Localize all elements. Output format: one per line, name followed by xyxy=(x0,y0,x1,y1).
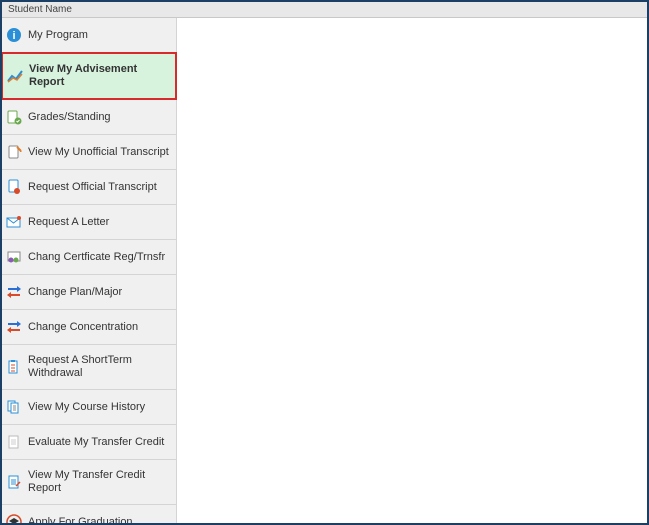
sidebar-item-my-program[interactable]: i My Program xyxy=(2,18,176,53)
history-icon xyxy=(6,399,22,415)
sidebar-item-label: View My Course History xyxy=(28,401,145,414)
report-icon xyxy=(6,474,22,490)
sidebar-item-label: My Program xyxy=(28,29,88,42)
sidebar-item-view-my-course-history[interactable]: View My Course History xyxy=(2,390,176,425)
sidebar-item-request-a-shortterm-withdrawal[interactable]: Request A ShortTerm Withdrawal xyxy=(2,345,176,390)
certificate-icon xyxy=(6,249,22,265)
svg-text:i: i xyxy=(12,30,15,42)
sidebar-item-label: Grades/Standing xyxy=(28,111,111,124)
window-header: Student Name xyxy=(2,2,647,18)
sidebar-nav: i My Program View My Advisement Report Grad… xyxy=(2,18,177,523)
sidebar-item-label: Request Official Transcript xyxy=(28,181,157,194)
sidebar-item-chang-certficate-reg-trnsfr[interactable]: Chang Certficate Reg/Trnsfr xyxy=(2,240,176,275)
sidebar-item-label: Chang Certficate Reg/Trnsfr xyxy=(28,251,165,264)
sidebar-item-label: View My Unofficial Transcript xyxy=(28,146,169,159)
sidebar-item-label: Evaluate My Transfer Credit xyxy=(28,436,164,449)
sidebar-item-view-my-advisement-report[interactable]: View My Advisement Report xyxy=(2,52,177,100)
sidebar-item-request-a-letter[interactable]: Request A Letter xyxy=(2,205,176,240)
sidebar-item-change-plan-major[interactable]: Change Plan/Major xyxy=(2,275,176,310)
sidebar-item-request-official-transcript[interactable]: Request Official Transcript xyxy=(2,170,176,205)
sidebar-item-view-my-transfer-credit-report[interactable]: View My Transfer Credit Report xyxy=(2,460,176,505)
info-icon: i xyxy=(6,27,22,43)
grades-icon xyxy=(6,109,22,125)
sidebar-item-label: View My Advisement Report xyxy=(29,63,169,89)
evaluate-icon xyxy=(6,434,22,450)
app-window: Student Name i My Program View My Adviseme… xyxy=(0,0,649,525)
swap-icon xyxy=(6,319,22,335)
transcript-unofficial-icon xyxy=(6,144,22,160)
header-title: Student Name xyxy=(8,4,72,15)
swap-icon xyxy=(6,284,22,300)
letter-icon xyxy=(6,214,22,230)
sidebar-item-label: View My Transfer Credit Report xyxy=(28,469,170,495)
withdrawal-icon xyxy=(6,359,22,375)
sidebar-item-label: Change Plan/Major xyxy=(28,286,122,299)
transcript-official-icon xyxy=(6,179,22,195)
main-content xyxy=(177,18,647,523)
sidebar-item-label: Change Concentration xyxy=(28,321,138,334)
sidebar-item-change-concentration[interactable]: Change Concentration xyxy=(2,310,176,345)
sidebar-item-grades-standing[interactable]: Grades/Standing xyxy=(2,100,176,135)
sidebar-item-label: Apply For Graduation xyxy=(28,516,133,524)
sidebar-item-evaluate-my-transfer-credit[interactable]: Evaluate My Transfer Credit xyxy=(2,425,176,460)
grad-icon xyxy=(6,514,22,523)
sidebar-item-label: Request A Letter xyxy=(28,216,109,229)
window-body: i My Program View My Advisement Report Grad… xyxy=(2,18,647,523)
sidebar-item-apply-for-graduation[interactable]: Apply For Graduation xyxy=(2,505,176,523)
sidebar-item-view-my-unofficial-transcript[interactable]: View My Unofficial Transcript xyxy=(2,135,176,170)
chart-icon xyxy=(7,68,23,84)
sidebar-item-label: Request A ShortTerm Withdrawal xyxy=(28,354,170,380)
